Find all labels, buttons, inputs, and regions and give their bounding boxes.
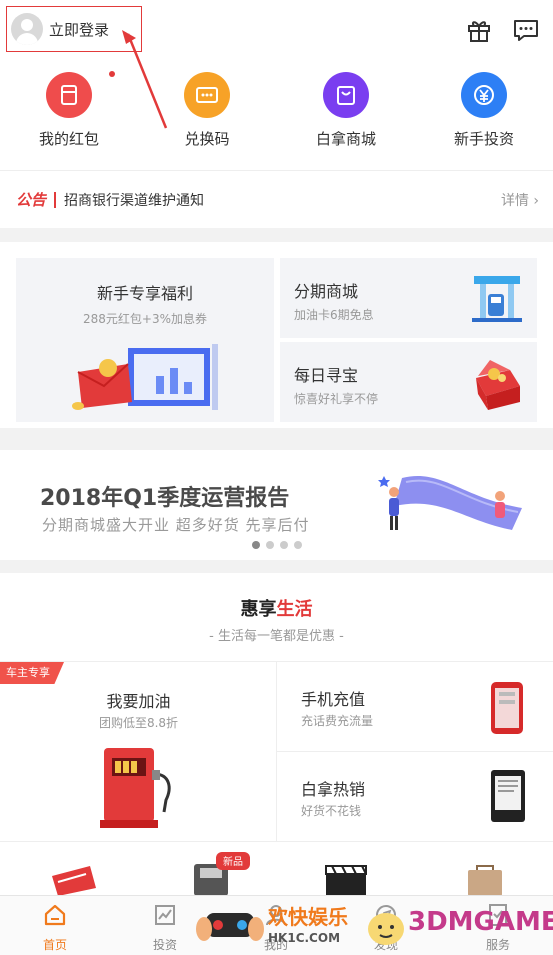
- card-subtitle: 加油卡6期免息: [294, 308, 374, 322]
- avatar: [11, 13, 43, 45]
- tab-label: 服务: [485, 938, 510, 952]
- red-packet-icon: [46, 72, 92, 118]
- announcement-text: 招商银行渠道维护通知: [64, 192, 205, 209]
- installment-mall-card[interactable]: 分期商城 加油卡6期免息: [280, 258, 537, 338]
- divider: [54, 191, 57, 208]
- top-bar: 立即登录: [0, 0, 553, 60]
- tab-label: 发现: [373, 938, 398, 952]
- banner-subtitle: 分期商城盛大开业 超多好货 先享后付: [42, 516, 310, 534]
- card-subtitle: 好货不花钱: [301, 804, 362, 818]
- treasure-chest-icon: [476, 360, 520, 410]
- code-icon: [184, 72, 230, 118]
- appliance-icon[interactable]: 新品: [192, 852, 262, 896]
- details-link[interactable]: 详情 ›: [501, 190, 539, 210]
- card-title: 白拿热销: [301, 780, 366, 799]
- newbie-benefit-card[interactable]: 新手专享福利 288元红包+3%加息券: [16, 258, 274, 422]
- card-subtitle: 团购低至8.8折: [98, 716, 179, 730]
- fuel-pump-icon: [100, 748, 171, 828]
- login-label: 立即登录: [49, 20, 110, 39]
- carousel-dot[interactable]: [294, 541, 302, 549]
- driver-exclusive-badge: 车主专享: [0, 662, 64, 684]
- notification-dot: [109, 71, 115, 77]
- tab-label: 投资: [152, 938, 177, 952]
- shopping-bag-icon: [323, 72, 369, 118]
- promo-section: 新手专享福利 288元红包+3%加息券 分期商城 加油卡6期免息 每日寻宝 惊喜…: [0, 242, 553, 428]
- quick-entry-label: 我的红包: [38, 130, 99, 148]
- report-banner[interactable]: 2018年Q1季度运营报告 分期商城盛大开业 超多好货 先享后付: [0, 450, 553, 560]
- card-title: 分期商城: [294, 282, 359, 301]
- announcement-tag: 公告: [16, 191, 47, 209]
- quick-entry-label: 新手投资: [453, 130, 514, 148]
- checklist-icon: [489, 904, 507, 926]
- card-title: 新手专享福利: [96, 284, 193, 303]
- carousel-dot[interactable]: [266, 541, 274, 549]
- annotation-arrow: [122, 30, 168, 129]
- hot-items-card[interactable]: 白拿热销 好货不花钱: [277, 751, 553, 841]
- quick-entry-mall[interactable]: 白拿商城: [277, 72, 415, 149]
- quick-entry-red-packet[interactable]: 我的红包: [0, 72, 138, 149]
- ticket-icon[interactable]: [46, 862, 98, 896]
- card-title: 手机充值: [301, 690, 366, 709]
- card-title: 每日寻宝: [294, 366, 359, 385]
- phone-recharge-card[interactable]: 手机充值 充话费充流量: [277, 661, 553, 751]
- bottom-tab-bar: 首页 投资 我的 发现 服务: [0, 895, 553, 955]
- life-benefits-section: 惠享生活 - 生活每一笔都是优惠 - 车主专享 我要加油 团购低至8.8折 手机…: [0, 573, 553, 896]
- daily-treasure-card[interactable]: 每日寻宝 惊喜好礼享不停: [280, 342, 537, 422]
- section-title-prefix: 惠享: [240, 599, 277, 620]
- home-icon: [44, 904, 66, 926]
- person-icon: [266, 905, 286, 926]
- fuel-card[interactable]: 车主专享 我要加油 团购低至8.8折: [0, 661, 277, 841]
- quick-entry-row: 我的红包 兑换码 白拿商城 新手投资: [0, 60, 553, 170]
- card-subtitle: 充话费充流量: [301, 714, 374, 728]
- tab-label: 我的: [263, 938, 288, 952]
- chart-icon: [155, 905, 175, 925]
- category-row: 新品: [0, 841, 553, 896]
- clapperboard-icon[interactable]: [324, 864, 370, 896]
- carousel-indicator[interactable]: [252, 541, 302, 549]
- card-title: 我要加油: [106, 692, 171, 711]
- message-icon[interactable]: [512, 16, 540, 44]
- shopping-bag-99-icon[interactable]: [464, 862, 506, 896]
- gas-station-icon: [472, 276, 522, 322]
- card-subtitle: 288元红包+3%加息券: [83, 312, 207, 326]
- section-title-highlight: 生活: [276, 599, 313, 620]
- compass-icon: [376, 905, 396, 925]
- quick-entry-label: 兑换码: [184, 130, 230, 148]
- new-badge: 新品: [223, 855, 243, 868]
- quick-entry-label: 白拿商城: [315, 130, 376, 148]
- quick-entry-newbie-invest[interactable]: 新手投资: [415, 72, 553, 149]
- tab-label: 首页: [42, 938, 67, 952]
- red-packet-chart-illustration: [72, 344, 218, 410]
- carousel-dot[interactable]: [280, 541, 288, 549]
- carousel-dot-active[interactable]: [252, 541, 260, 549]
- phone-icon: [491, 682, 523, 734]
- yuan-icon: [461, 72, 507, 118]
- tab-home[interactable]: 首页: [0, 902, 110, 953]
- section-subtitle: - 生活每一笔都是优惠 -: [209, 629, 344, 644]
- tab-discover[interactable]: 发现: [331, 902, 441, 953]
- banner-title: 2018年Q1季度运营报告: [40, 486, 290, 511]
- card-subtitle: 惊喜好礼享不停: [294, 392, 379, 406]
- section-title: 惠享生活: [0, 595, 553, 621]
- tab-invest[interactable]: 投资: [110, 902, 220, 953]
- announcement-bar[interactable]: 公告 招商银行渠道维护通知 详情 ›: [0, 170, 553, 228]
- tab-mine[interactable]: 我的: [221, 902, 331, 953]
- banner-illustration: [378, 475, 522, 530]
- ereader-icon: [491, 770, 525, 822]
- gift-icon[interactable]: [465, 16, 493, 44]
- tab-service[interactable]: 服务: [443, 902, 553, 953]
